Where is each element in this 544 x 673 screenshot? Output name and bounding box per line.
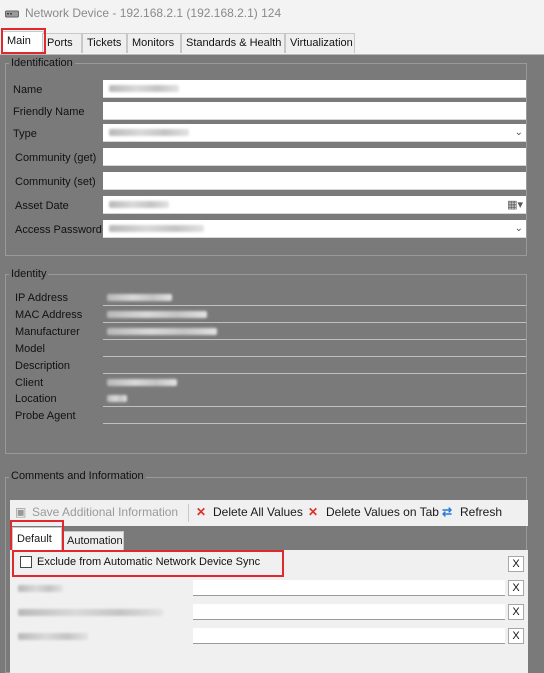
manufacturer-value [103, 323, 526, 340]
comments-legend: Comments and Information [9, 470, 146, 482]
community-set-field[interactable] [103, 172, 526, 190]
tab-main[interactable]: Main [2, 31, 44, 53]
info-row-field[interactable] [193, 628, 505, 644]
description-value [103, 357, 526, 374]
model-label: Model [15, 343, 45, 355]
location-label: Location [15, 393, 57, 405]
name-field[interactable] [103, 80, 526, 98]
subtab-automation[interactable]: Automation [62, 531, 124, 551]
asset-date-field[interactable]: ▦▾ [103, 196, 526, 214]
tab-ports[interactable]: Ports [42, 33, 82, 53]
model-value [103, 340, 526, 357]
tab-virtualization[interactable]: Virtualization [285, 33, 355, 53]
mac-address-label: MAC Address [15, 309, 83, 321]
info-row-label [18, 609, 163, 616]
name-label: Name [13, 84, 43, 96]
community-get-field[interactable] [103, 148, 526, 166]
calendar-icon[interactable]: ▦▾ [507, 198, 523, 211]
location-value [103, 390, 526, 407]
clear-row-button[interactable]: X [508, 604, 524, 620]
identity-legend: Identity [9, 268, 49, 280]
access-password-select[interactable]: ⌄ [103, 220, 526, 238]
mac-address-value [103, 306, 526, 323]
chevron-down-icon: ⌄ [514, 223, 523, 234]
network-device-icon [5, 10, 19, 18]
exclude-sync-label: Exclude from Automatic Network Device Sy… [37, 556, 261, 568]
manufacturer-label: Manufacturer [15, 326, 80, 338]
community-get-label: Community (get) [15, 152, 97, 164]
client-value [103, 374, 526, 391]
chevron-down-icon: ⌄ [514, 127, 523, 138]
type-label: Type [13, 128, 37, 140]
access-password-label: Access Password [15, 224, 102, 236]
refresh-button[interactable]: Refresh [460, 505, 502, 519]
exclude-sync-checkbox[interactable] [20, 556, 32, 568]
toolbar-divider [188, 504, 189, 522]
friendly-name-field[interactable] [103, 102, 526, 120]
delete-all-values-button[interactable]: Delete All Values [213, 505, 303, 519]
window-title: Network Device - 192.168.2.1 (192.168.2.… [25, 6, 282, 20]
tab-monitors[interactable]: Monitors [127, 33, 181, 53]
probe-agent-value [103, 407, 526, 424]
identification-legend: Identification [9, 57, 75, 69]
friendly-name-label: Friendly Name [13, 106, 85, 118]
refresh-icon: ⇄ [442, 505, 453, 519]
tab-tickets[interactable]: Tickets [82, 33, 127, 53]
info-row-label [18, 585, 63, 592]
tab-standards-health[interactable]: Standards & Health [181, 33, 285, 53]
asset-date-label: Asset Date [15, 200, 69, 212]
clear-row-button[interactable]: X [508, 580, 524, 596]
info-row-label [18, 633, 88, 640]
ip-address-label: IP Address [15, 292, 68, 304]
info-row-field[interactable] [193, 580, 505, 596]
subtab-default[interactable]: Default [12, 527, 62, 551]
delete-tab-icon: ✕ [308, 505, 319, 519]
probe-agent-label: Probe Agent [15, 410, 76, 422]
clear-row-button[interactable]: X [508, 628, 524, 644]
type-select[interactable]: ⌄ [103, 124, 526, 142]
ip-address-value [103, 289, 526, 306]
delete-values-on-tab-button[interactable]: Delete Values on Tab [326, 505, 439, 519]
save-icon: ▣ [15, 505, 27, 519]
save-additional-info-button[interactable]: Save Additional Information [32, 505, 178, 519]
clear-exclude-button[interactable]: X [508, 556, 524, 572]
community-set-label: Community (set) [15, 176, 96, 188]
delete-icon: ✕ [196, 505, 207, 519]
description-label: Description [15, 360, 71, 372]
client-label: Client [15, 377, 44, 389]
info-row-field[interactable] [193, 604, 505, 620]
